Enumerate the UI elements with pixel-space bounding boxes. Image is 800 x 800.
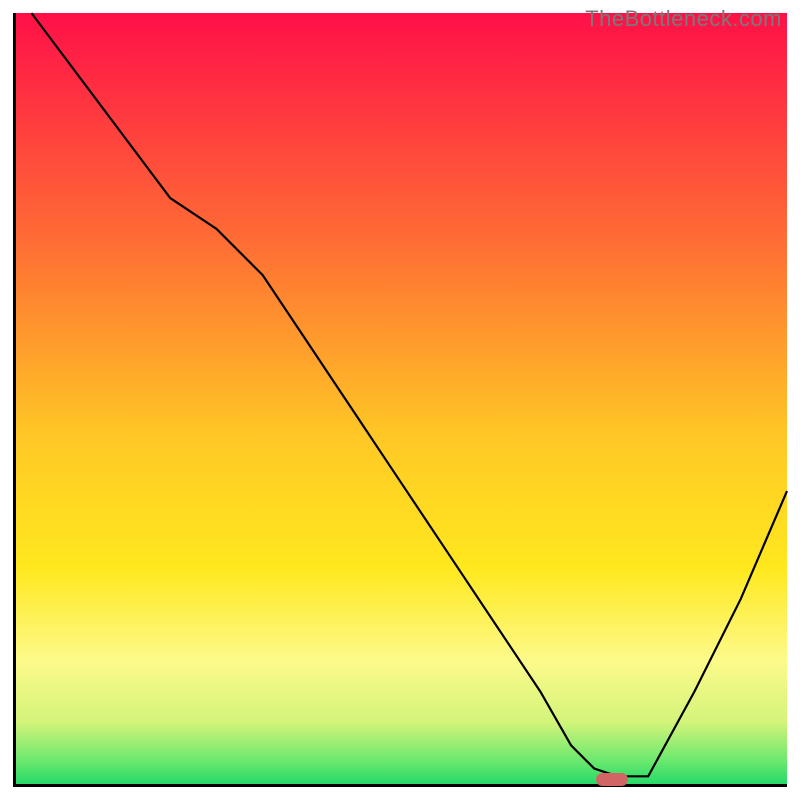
bottleneck-curve	[16, 13, 787, 784]
optimal-marker	[596, 773, 628, 786]
watermark-text: TheBottleneck.com	[585, 6, 782, 32]
chart-plot-area	[13, 13, 787, 787]
